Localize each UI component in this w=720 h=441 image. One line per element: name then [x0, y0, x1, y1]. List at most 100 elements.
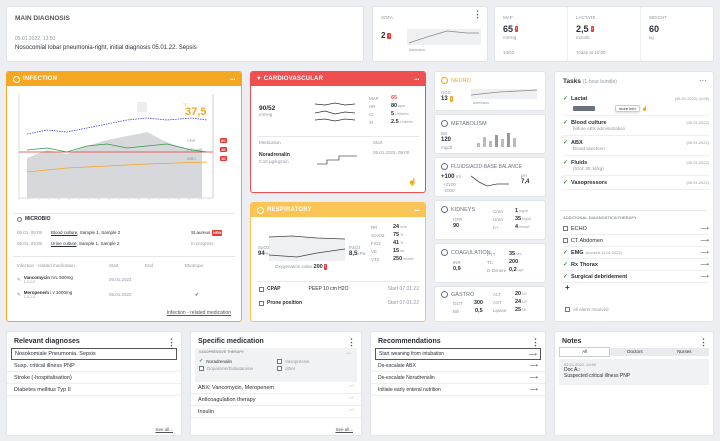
task-item[interactable]: ✓ Fluids (05.01.2022) (bzol: 30 ml/kg) — [563, 156, 709, 176]
arrow-right-icon[interactable]: ⟶ — [700, 261, 709, 268]
task-item[interactable]: ✓ Lactat (05.01.2022) (4:05) more info ☝ — [563, 92, 709, 116]
arrow-right-icon[interactable]: ⟶ — [529, 362, 538, 369]
vital-weight[interactable]: WEIGHT 60 kg — [640, 7, 713, 61]
kidneys-card[interactable]: KIDNEYS GFR 90 Crea 1 mg/dl Urea 35 mg/dl K+… — [434, 200, 546, 240]
task-item[interactable]: ✓ Blood culture (05.01.2022) before ABX adm… — [563, 116, 709, 136]
neuro-card[interactable]: NEURO GCS 13! Admission — [434, 71, 546, 111]
additional-item[interactable]: CT Abdomen ⟶ — [563, 235, 709, 247]
more-icon[interactable]: ··· — [230, 75, 236, 84]
chevron-down-icon[interactable]: ﹀ — [349, 396, 354, 403]
checkmark-icon[interactable]: ✓ — [563, 261, 568, 268]
more-info-button[interactable]: more info — [615, 105, 640, 112]
chevron-down-icon[interactable]: ﹀ — [349, 408, 354, 415]
chevron-down-icon[interactable]: ﹀ — [349, 384, 354, 391]
vasopressive-option[interactable]: ✓ Noradrenalin — [199, 358, 277, 364]
infection-header[interactable]: INFECTION ··· — [7, 72, 241, 86]
more-icon[interactable]: ··· — [414, 75, 420, 84]
metabolism-card[interactable]: METABOLISM BS 120 mg/dl — [434, 114, 546, 154]
add-icon[interactable]: + — [563, 283, 709, 293]
arrow-right-icon[interactable]: ⟶ — [529, 386, 538, 393]
checkmark-icon[interactable]: ✓ — [563, 249, 568, 256]
recommendation-item[interactable]: De-escalate Noradrenalin ⟶ — [371, 372, 545, 384]
medication-row[interactable]: ✎ Vancomycin IVL 500mg 1-0-1-0 05.01.2022 — [17, 272, 237, 287]
additional-item[interactable]: ECHO ⟶ — [563, 223, 709, 235]
microbio-name[interactable]: Urine culture — [51, 241, 77, 246]
notes-card: Notes ⋮ All Doctors Nurses 05.01.2022, 04:… — [554, 331, 714, 436]
vasopressive-group[interactable]: VASOPRESSIVE THERAPY ︿ ✓ Noradrenalin Vaso… — [195, 348, 357, 382]
task-item[interactable]: ✓ Vasopressors (05.01.2022) — [563, 176, 709, 190]
medication-frequency: 1-0-1-0 — [23, 295, 36, 299]
recommendation-item[interactable]: De-escalate ABX ⟶ — [371, 360, 545, 372]
checkmark-icon[interactable]: ✓ — [199, 358, 203, 364]
notes-tab[interactable]: Doctors — [610, 348, 660, 356]
vasopressive-option[interactable]: Dopamine/Dobutamine — [199, 366, 277, 371]
arrow-right-icon[interactable]: ⟶ — [528, 351, 537, 358]
diagnosis-item[interactable]: Stroke (-hospitalisation) — [7, 372, 181, 384]
checkmark-icon[interactable]: ✓ — [563, 159, 568, 166]
infection-medication-link[interactable]: Infection - related medication — [167, 310, 231, 316]
arrow-right-icon[interactable]: ⟶ — [700, 273, 709, 280]
specific-medication-item[interactable]: ABX: Vancomycin, Meropenem ﹀ — [191, 382, 361, 394]
coagulation-card[interactable]: COAGULATION INR 0,9 PTT 35 sec TC 200 D-Dime… — [434, 243, 546, 283]
specific-medication-item[interactable]: Anticoagulation therapy ﹀ — [191, 394, 361, 406]
cardiovascular-header[interactable]: ♥ CARDIOVASCULAR ··· — [251, 72, 425, 86]
arrow-right-icon[interactable]: ⟶ — [700, 249, 709, 256]
fluids-card[interactable]: FLUIDS/ACID-BASE BALANCE +100 ml +2100 -… — [434, 157, 546, 197]
arrow-right-icon[interactable]: ⟶ — [700, 225, 709, 232]
diagnoses-see-all[interactable]: See all... — [155, 427, 173, 432]
checkmark-icon[interactable]: ✓ — [563, 119, 568, 126]
microbio-name[interactable]: Blood culture — [51, 230, 77, 235]
checkbox[interactable] — [199, 366, 204, 371]
temperature-line — [26, 117, 208, 135]
notes-tab[interactable]: All — [559, 347, 611, 357]
respiratory-header[interactable]: RESPIRATORY ··· — [251, 203, 425, 217]
checkbox[interactable] — [277, 366, 282, 371]
vasopressive-options: ✓ Noradrenalin Vasopressin Dopamine/Dobutam… — [199, 358, 355, 371]
vital-lactate[interactable]: LACTATE 2,5! mmol/L Today at 10:00 — [567, 7, 640, 61]
checkmark-icon[interactable]: ✓ — [563, 273, 568, 280]
arrow-right-icon[interactable]: ⟶ — [529, 374, 538, 381]
more-icon[interactable]: ⋮ — [531, 338, 540, 347]
specific-medication-item[interactable]: Insulin ﹀ — [191, 406, 361, 418]
notes-tab[interactable]: Nurses — [659, 348, 709, 356]
diagnosis-item[interactable]: Susp. critical illness PNP — [7, 360, 181, 372]
hand-icon[interactable]: ☝ — [408, 178, 417, 186]
more-icon[interactable]: ⋮ — [473, 10, 482, 19]
additional-item[interactable]: ✓ Surgical debridement ⟶ — [563, 271, 709, 283]
more-icon[interactable]: ⋮ — [699, 338, 708, 347]
task-item[interactable]: ✓ ABX (05.01.2022) Broad spectrum — [563, 136, 709, 156]
notes-tabs: All Doctors Nurses — [559, 347, 709, 357]
gastro-card[interactable]: GASTRO GGT 300 Bili 0,5 ALT 20 U/l AST 24 U/l L… — [434, 286, 546, 322]
vasopressive-option[interactable]: other — [277, 366, 355, 371]
checkbox[interactable] — [277, 358, 282, 364]
more-icon[interactable]: ⋮ — [167, 338, 176, 347]
checkbox[interactable] — [563, 238, 568, 243]
microbio-row[interactable]: 05.01. 09:05 Blood culture, Sample 1, Sam… — [17, 227, 237, 238]
lab-marker: PCT 10 — [187, 145, 227, 154]
cpap-label: CPAP — [267, 286, 281, 292]
additional-item[interactable]: ✓ EMG (booked 11.01.2022) ⟶ — [563, 247, 709, 259]
sofa-card[interactable]: SOFA ⋮ 2! Admission — [372, 6, 488, 62]
recommendation-item[interactable]: Start weaning from intubation ⟶ — [375, 348, 541, 360]
checkmark-icon[interactable]: ✓ — [563, 139, 568, 146]
medication-dose: IVL 500mg — [50, 275, 73, 280]
microbio-row[interactable]: 05.01. 09:05 Urine culture, Sample 1, Sam… — [17, 238, 237, 249]
more-icon[interactable]: ··· — [699, 76, 707, 85]
checkbox[interactable] — [563, 226, 568, 231]
additional-item[interactable]: ✓ Rx Thorax ⟶ — [563, 259, 709, 271]
more-icon[interactable]: ··· — [414, 206, 420, 215]
checkmark-icon[interactable]: ✓ — [563, 95, 568, 102]
medication-see-all[interactable]: See all... — [335, 427, 353, 432]
gcs-label: GCS — [441, 90, 451, 95]
diagnosis-item[interactable]: Diabetes mellitus Typ II — [7, 384, 181, 396]
recommendation-item[interactable]: Initiate early enteral nutrition ⟶ — [371, 384, 545, 396]
more-icon[interactable]: ⋮ — [347, 338, 356, 347]
chevron-up-icon[interactable]: ︿ — [346, 349, 351, 356]
checkmark-icon[interactable]: ✓ — [563, 179, 568, 186]
cardio-medication-name: Noradrenalin — [259, 152, 290, 158]
diagnosis-item[interactable]: Nosokomiale Pneumonia. Sepsis — [11, 348, 177, 360]
vital-map[interactable]: MAP 65! mmHg 10/52 — [495, 7, 567, 61]
vasopressive-option[interactable]: Vasopressin — [277, 358, 355, 364]
medication-row[interactable]: ✎ Meropenem i.v 1000mg 1-0-1-0 05.01.2022 ✔ — [17, 287, 237, 302]
arrow-right-icon[interactable]: ⟶ — [700, 237, 709, 244]
